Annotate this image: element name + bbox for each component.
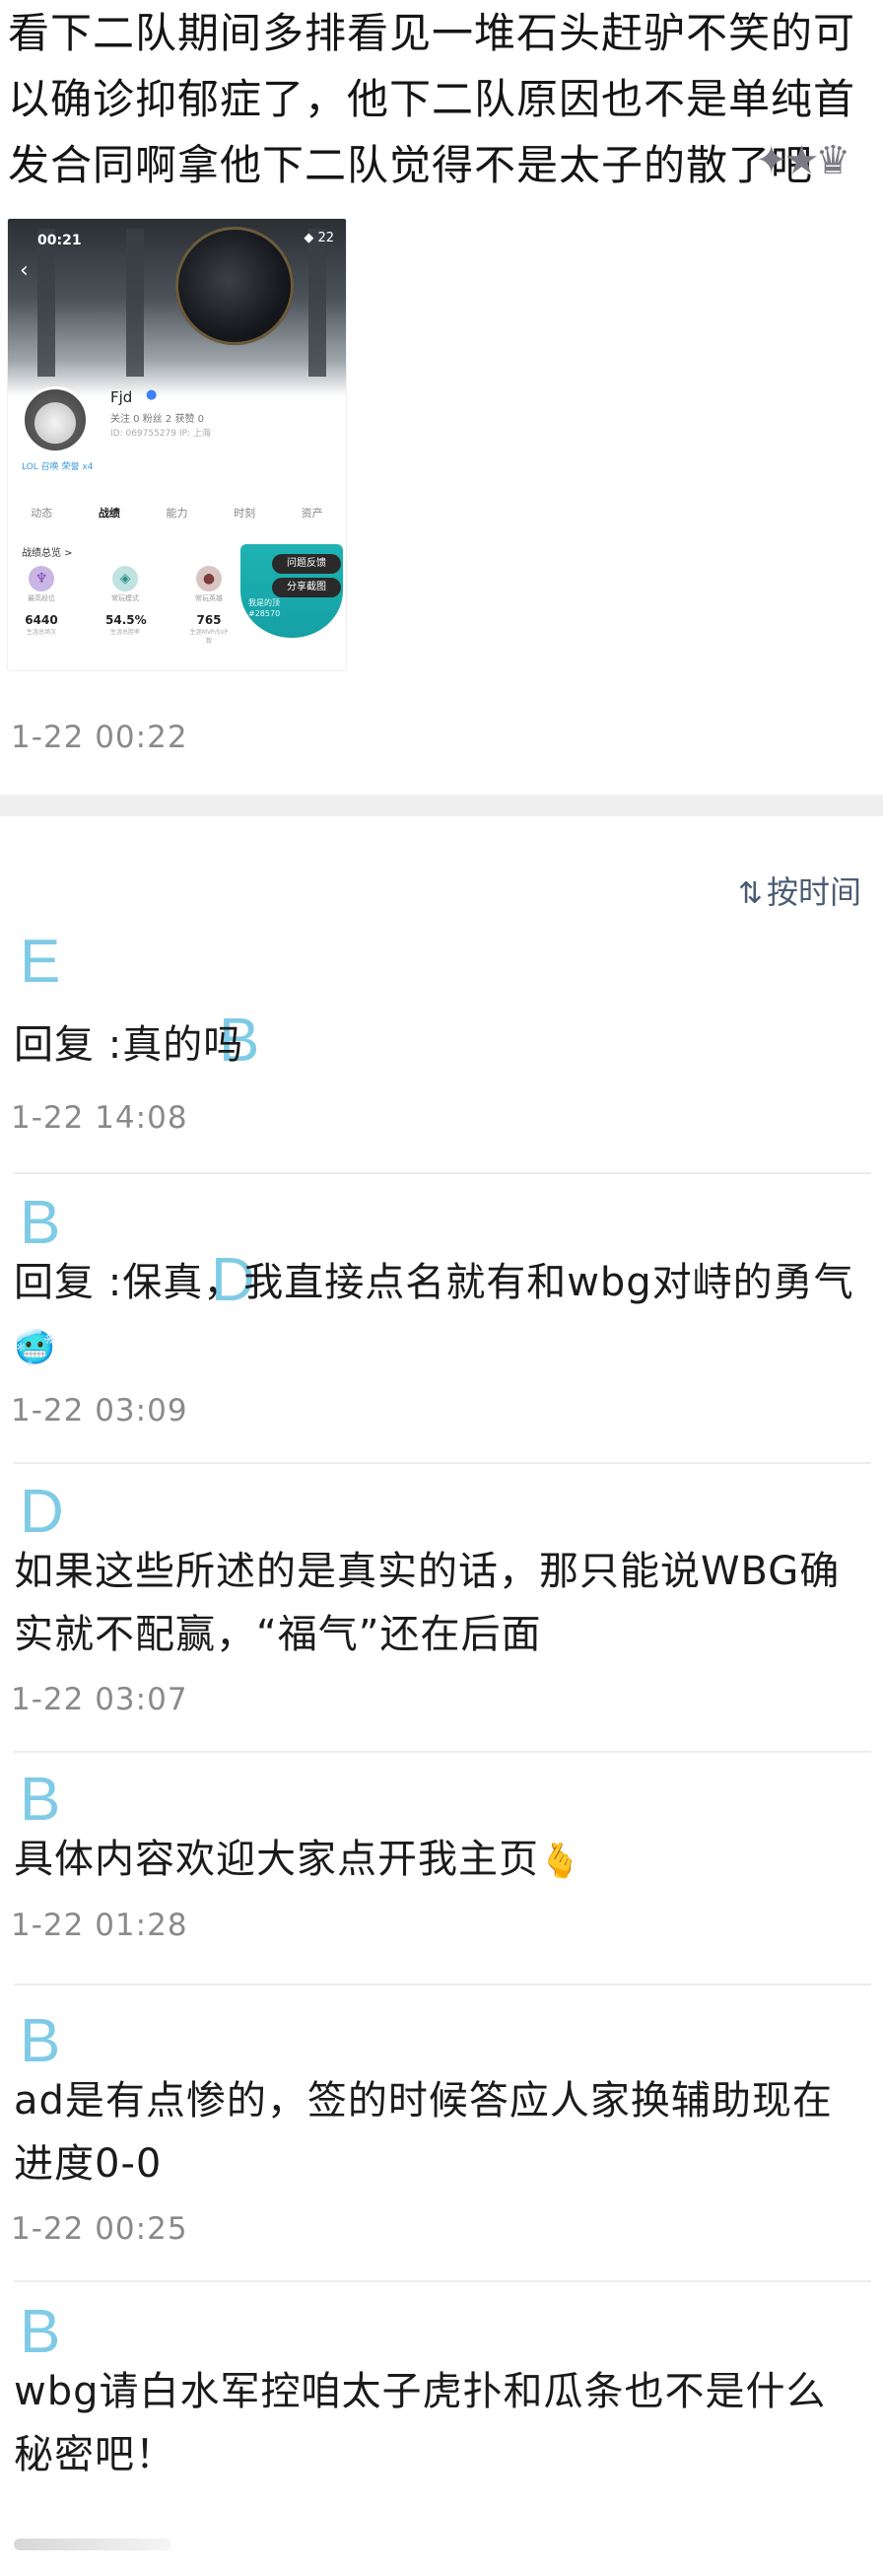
comment-timestamp: 1-22 01:28 (11, 1908, 188, 1943)
comment-timestamp: 1-22 00:25 (11, 2211, 188, 2247)
section-divider (0, 795, 883, 816)
comment-divider (14, 2280, 871, 2282)
comment-text-body: 回复 :保真，我直接点名就有和wbg对峙的勇气 (14, 1260, 854, 1305)
sort-label: 按时间 (766, 873, 861, 911)
summary-value: 765 (196, 613, 222, 627)
comment-text: ad是有点惨的，签的时候答应人家换辅助现在进度0-0 (14, 2078, 833, 2187)
loading-placeholder (14, 2539, 171, 2550)
summary-label: 常玩模式 (111, 594, 139, 602)
comment-divider (14, 1462, 871, 1464)
sort-by-time-button[interactable]: ⇅ 按时间 (738, 868, 861, 913)
banner-orb-icon (175, 227, 294, 345)
profile-id: ID: 069755279 IP: 上海 (110, 429, 211, 439)
comment-divider (14, 1751, 871, 1753)
summary-label: 最高段位 (28, 594, 55, 602)
profile-tabs: 动态 战绩 能力 时刻 资产 (8, 505, 346, 521)
summary-value: 54.5% (105, 613, 147, 627)
share-button: 分享截图 (272, 578, 341, 597)
summary-item: ● 常玩英雄 765 生涯MVP/SVP数 (189, 566, 229, 645)
banner-pillar (308, 229, 326, 377)
post-text: 看下二队期间多排看见一堆石头赶驴不笑的可以确诊抑郁症了，他下二队原因也不是单纯首… (8, 9, 856, 189)
tab-dynamic: 动态 (31, 507, 53, 520)
avatar (22, 386, 89, 453)
status-icons: ◆ 22 (304, 231, 334, 245)
rank-icon: ♆ (29, 566, 54, 592)
tab-ability: 能力 (166, 507, 188, 520)
commenter-name[interactable]: E (20, 927, 60, 997)
profile-stats: 关注 0 粉丝 2 获赞 0 (110, 414, 204, 425)
summary-label: 常玩英雄 (195, 594, 223, 602)
commenter-name[interactable]: B (20, 2006, 60, 2076)
comment-text: wbg请白水军控咱太子虎扑和瓜条也不是什么秘密吧！ (14, 2369, 827, 2477)
tab-moments: 时刻 (234, 507, 256, 520)
comment-text: 回复 :真的吗 (14, 1022, 244, 1068)
mode-icon: ◈ (112, 566, 138, 592)
summary-item: ◈ 常玩模式 54.5% 生涯总胜率 (105, 566, 147, 645)
tab-assets: 资产 (301, 507, 323, 520)
summary-item: ♆ 最高段位 6440 生涯总场次 (22, 566, 61, 645)
summary-value: 6440 (25, 613, 58, 627)
comment-text: 如果这些所述的是真实的话，那只能说WBG确实就不配赢，“福气”还在后面 (14, 1549, 841, 1657)
comment-timestamp: 1-22 03:09 (11, 1393, 188, 1428)
profile-tags: LOL 召唤 荣誉 x4 (22, 462, 94, 472)
commenter-name[interactable]: B (20, 1188, 60, 1258)
post-image[interactable]: 00:21 ◆ 22 ‹ Fjd ● 关注 0 粉丝 2 获赞 0 ID: 06… (8, 219, 346, 670)
sort-icon: ⇅ (737, 876, 763, 911)
profile-name: Fjd (110, 388, 133, 406)
summary-items: ♆ 最高段位 6440 生涯总场次 ◈ 常玩模式 54.5% 生涯总胜率 ● 常… (22, 566, 229, 645)
commenter-name[interactable]: B (20, 1765, 60, 1835)
comment-divider (14, 1984, 871, 1985)
hero-icon: ● (196, 566, 222, 592)
tab-record: 战绩 (98, 507, 120, 520)
comment-timestamp: 1-22 03:07 (11, 1682, 188, 1717)
verified-icon: ● (146, 387, 158, 402)
summary-sub: 生涯总场次 (26, 629, 56, 636)
emoji-icon: 🫰 (539, 1842, 582, 1881)
feedback-button: 问题反馈 (272, 554, 341, 574)
crown-sticker-icon: ✦★♛ (755, 138, 850, 183)
comment-timestamp: 1-22 14:08 (11, 1100, 188, 1136)
summary-sub: 生涯MVP/SVP数 (189, 629, 229, 645)
comment-text: 回复 :保真，我直接点名就有和wbg对峙的勇气 🥶 (14, 1251, 863, 1379)
post-timestamp: 1-22 00:22 (11, 720, 188, 755)
rank-text: 我是的顶 #28570 (248, 598, 281, 618)
commenter-name[interactable]: B (20, 2297, 60, 2367)
comment-divider (14, 1172, 871, 1174)
summary-title: 战绩总览 > (22, 548, 73, 559)
status-time: 00:21 (37, 233, 82, 248)
banner-pillar (126, 229, 144, 377)
commenter-name[interactable]: D (20, 1477, 64, 1547)
comment-text-body: 具体内容欢迎大家点开我主页 (14, 1837, 539, 1882)
emoji-icon: 🥶 (14, 1328, 57, 1367)
summary-sub: 生涯总胜率 (109, 629, 140, 636)
comment-text: 具体内容欢迎大家点开我主页🫰 (14, 1828, 863, 1893)
back-arrow-icon: ‹ (20, 258, 29, 283)
banner-pillar (37, 229, 55, 377)
